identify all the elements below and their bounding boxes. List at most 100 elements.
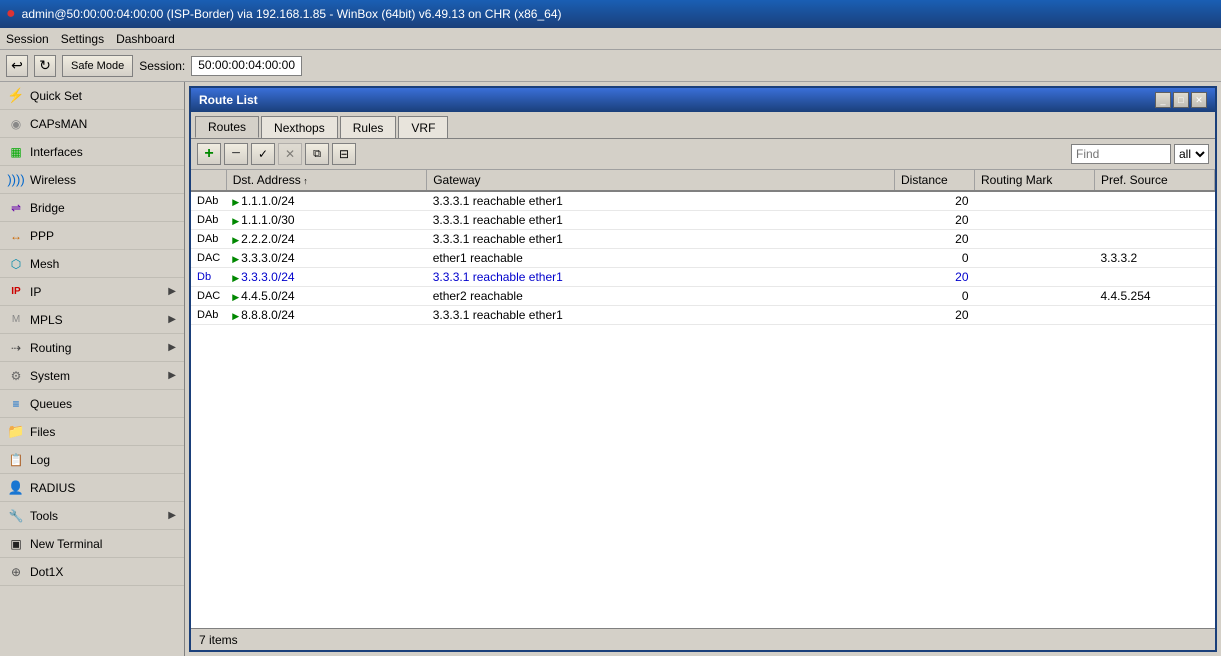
session-label: Session: — [139, 59, 185, 73]
window-maximize-button[interactable]: □ — [1173, 92, 1189, 108]
tab-vrf[interactable]: VRF — [398, 116, 448, 138]
sidebar-item-log[interactable]: 📋 Log — [0, 446, 184, 474]
sidebar-item-tools[interactable]: 🔧 Tools — [0, 502, 184, 530]
system-submenu-arrow — [168, 370, 176, 381]
mpls-icon: M — [8, 312, 24, 328]
filter-button[interactable]: ⊟ — [332, 143, 356, 165]
ppp-icon: ↔ — [8, 228, 24, 244]
tab-routes[interactable]: Routes — [195, 116, 259, 138]
col-routing-mark[interactable]: Routing Mark — [975, 170, 1095, 191]
terminal-icon: ▣ — [8, 536, 24, 552]
sidebar-item-mesh[interactable]: ⬡ Mesh — [0, 250, 184, 278]
dot1x-icon: ⊕ — [8, 564, 24, 580]
interfaces-icon: ▦ — [8, 144, 24, 160]
col-distance[interactable]: Distance — [895, 170, 975, 191]
sidebar-item-bridge[interactable]: ⇌ Bridge — [0, 194, 184, 222]
window-close-button[interactable]: ✕ — [1191, 92, 1207, 108]
col-pref-source[interactable]: Pref. Source — [1095, 170, 1215, 191]
sidebar-item-system[interactable]: ⚙ System — [0, 362, 184, 390]
table-row[interactable]: DAb ▶1.1.1.0/24 3.3.3.1 reachable ether1… — [191, 191, 1215, 211]
row-flags: DAb — [191, 211, 226, 230]
sidebar-item-capsman[interactable]: ◉ CAPsMAN — [0, 110, 184, 138]
sidebar-item-ip[interactable]: IP IP — [0, 278, 184, 306]
sidebar-item-routing[interactable]: ⇢ Routing — [0, 334, 184, 362]
mesh-icon: ⬡ — [8, 256, 24, 272]
col-dst-address[interactable]: Dst. Address — [226, 170, 426, 191]
row-dst: ▶4.4.5.0/24 — [226, 287, 426, 306]
tab-nexthops[interactable]: Nexthops — [261, 116, 338, 138]
window-minimize-button[interactable]: _ — [1155, 92, 1171, 108]
row-distance: 20 — [895, 306, 975, 325]
content-area: Route List _ □ ✕ Routes Nexthops Rules V… — [185, 82, 1221, 656]
add-button[interactable]: + — [197, 143, 221, 165]
table-row[interactable]: DAb ▶2.2.2.0/24 3.3.3.1 reachable ether1… — [191, 230, 1215, 249]
find-dropdown[interactable]: all — [1174, 144, 1209, 164]
redo-button[interactable]: ↻ — [34, 55, 56, 77]
safe-mode-button[interactable]: Safe Mode — [62, 55, 133, 77]
row-flags: DAb — [191, 230, 226, 249]
row-dst: ▶2.2.2.0/24 — [226, 230, 426, 249]
sidebar-item-new-terminal[interactable]: ▣ New Terminal — [0, 530, 184, 558]
routing-submenu-arrow — [168, 342, 176, 353]
sidebar-item-quick-set[interactable]: ⚡ Quick Set — [0, 82, 184, 110]
cross-button[interactable]: ✕ — [278, 143, 302, 165]
routes-table: Dst. Address Gateway Distance Routing Ma… — [191, 170, 1215, 325]
bridge-icon: ⇌ — [8, 200, 24, 216]
sidebar-item-files[interactable]: 📁 Files — [0, 418, 184, 446]
title-bar: ● admin@50:00:00:04:00:00 (ISP-Border) v… — [0, 0, 1221, 28]
row-flags: DAb — [191, 306, 226, 325]
check-button[interactable]: ✓ — [251, 143, 275, 165]
sidebar-item-queues[interactable]: ≡ Queues — [0, 390, 184, 418]
window-titlebar: Route List _ □ ✕ — [191, 88, 1215, 112]
sidebar-item-label: Log — [30, 453, 176, 467]
table-row[interactable]: DAb ▶1.1.1.0/30 3.3.3.1 reachable ether1… — [191, 211, 1215, 230]
sidebar-item-interfaces[interactable]: ▦ Interfaces — [0, 138, 184, 166]
col-gateway[interactable]: Gateway — [427, 170, 895, 191]
sidebar-item-label: Interfaces — [30, 145, 176, 159]
files-icon: 📁 — [8, 424, 24, 440]
sidebar-item-label: Tools — [30, 509, 162, 523]
sidebar-item-ppp[interactable]: ↔ PPP — [0, 222, 184, 250]
menu-dashboard[interactable]: Dashboard — [116, 32, 175, 46]
row-distance: 20 — [895, 230, 975, 249]
row-distance: 20 — [895, 211, 975, 230]
menu-session[interactable]: Session — [6, 32, 49, 46]
sidebar-item-label: Files — [30, 425, 176, 439]
row-flags: DAC — [191, 249, 226, 268]
sidebar-item-label: Dot1X — [30, 565, 176, 579]
remove-button[interactable]: − — [224, 143, 248, 165]
col-flags[interactable] — [191, 170, 226, 191]
capsman-icon: ◉ — [8, 116, 24, 132]
sidebar-item-mpls[interactable]: M MPLS — [0, 306, 184, 334]
window-controls: _ □ ✕ — [1155, 92, 1207, 108]
sidebar-item-label: Wireless — [30, 173, 176, 187]
row-pref-source — [1095, 191, 1215, 211]
row-gateway: ether2 reachable — [427, 287, 895, 306]
log-icon: 📋 — [8, 452, 24, 468]
row-dst: ▶3.3.3.0/24 — [226, 268, 426, 287]
tab-rules[interactable]: Rules — [340, 116, 397, 138]
row-distance: 20 — [895, 268, 975, 287]
sidebar-item-radius[interactable]: 👤 RADIUS — [0, 474, 184, 502]
table-row[interactable]: DAC ▶4.4.5.0/24 ether2 reachable 0 4.4.5… — [191, 287, 1215, 306]
row-routing-mark — [975, 306, 1095, 325]
sidebar-item-wireless[interactable]: )))) Wireless — [0, 166, 184, 194]
table-row[interactable]: Db ▶3.3.3.0/24 3.3.3.1 reachable ether1 … — [191, 268, 1215, 287]
table-row[interactable]: DAb ▶8.8.8.0/24 3.3.3.1 reachable ether1… — [191, 306, 1215, 325]
row-flags: Db — [191, 268, 226, 287]
menu-settings[interactable]: Settings — [61, 32, 104, 46]
undo-button[interactable]: ↩ — [6, 55, 28, 77]
table-row[interactable]: DAC ▶3.3.3.0/24 ether1 reachable 0 3.3.3… — [191, 249, 1215, 268]
tab-bar: Routes Nexthops Rules VRF — [191, 112, 1215, 139]
session-value: 50:00:00:04:00:00 — [191, 56, 302, 76]
copy-button[interactable]: ⧉ — [305, 143, 329, 165]
title-text: admin@50:00:00:04:00:00 (ISP-Border) via… — [22, 7, 562, 21]
row-dst: ▶8.8.8.0/24 — [226, 306, 426, 325]
sidebar: ⚡ Quick Set ◉ CAPsMAN ▦ Interfaces )))) … — [0, 82, 185, 656]
sidebar-item-label: Bridge — [30, 201, 176, 215]
row-routing-mark — [975, 191, 1095, 211]
routes-table-container: Dst. Address Gateway Distance Routing Ma… — [191, 170, 1215, 628]
find-input[interactable] — [1071, 144, 1171, 164]
row-gateway: 3.3.3.1 reachable ether1 — [427, 268, 895, 287]
sidebar-item-dot1x[interactable]: ⊕ Dot1X — [0, 558, 184, 586]
